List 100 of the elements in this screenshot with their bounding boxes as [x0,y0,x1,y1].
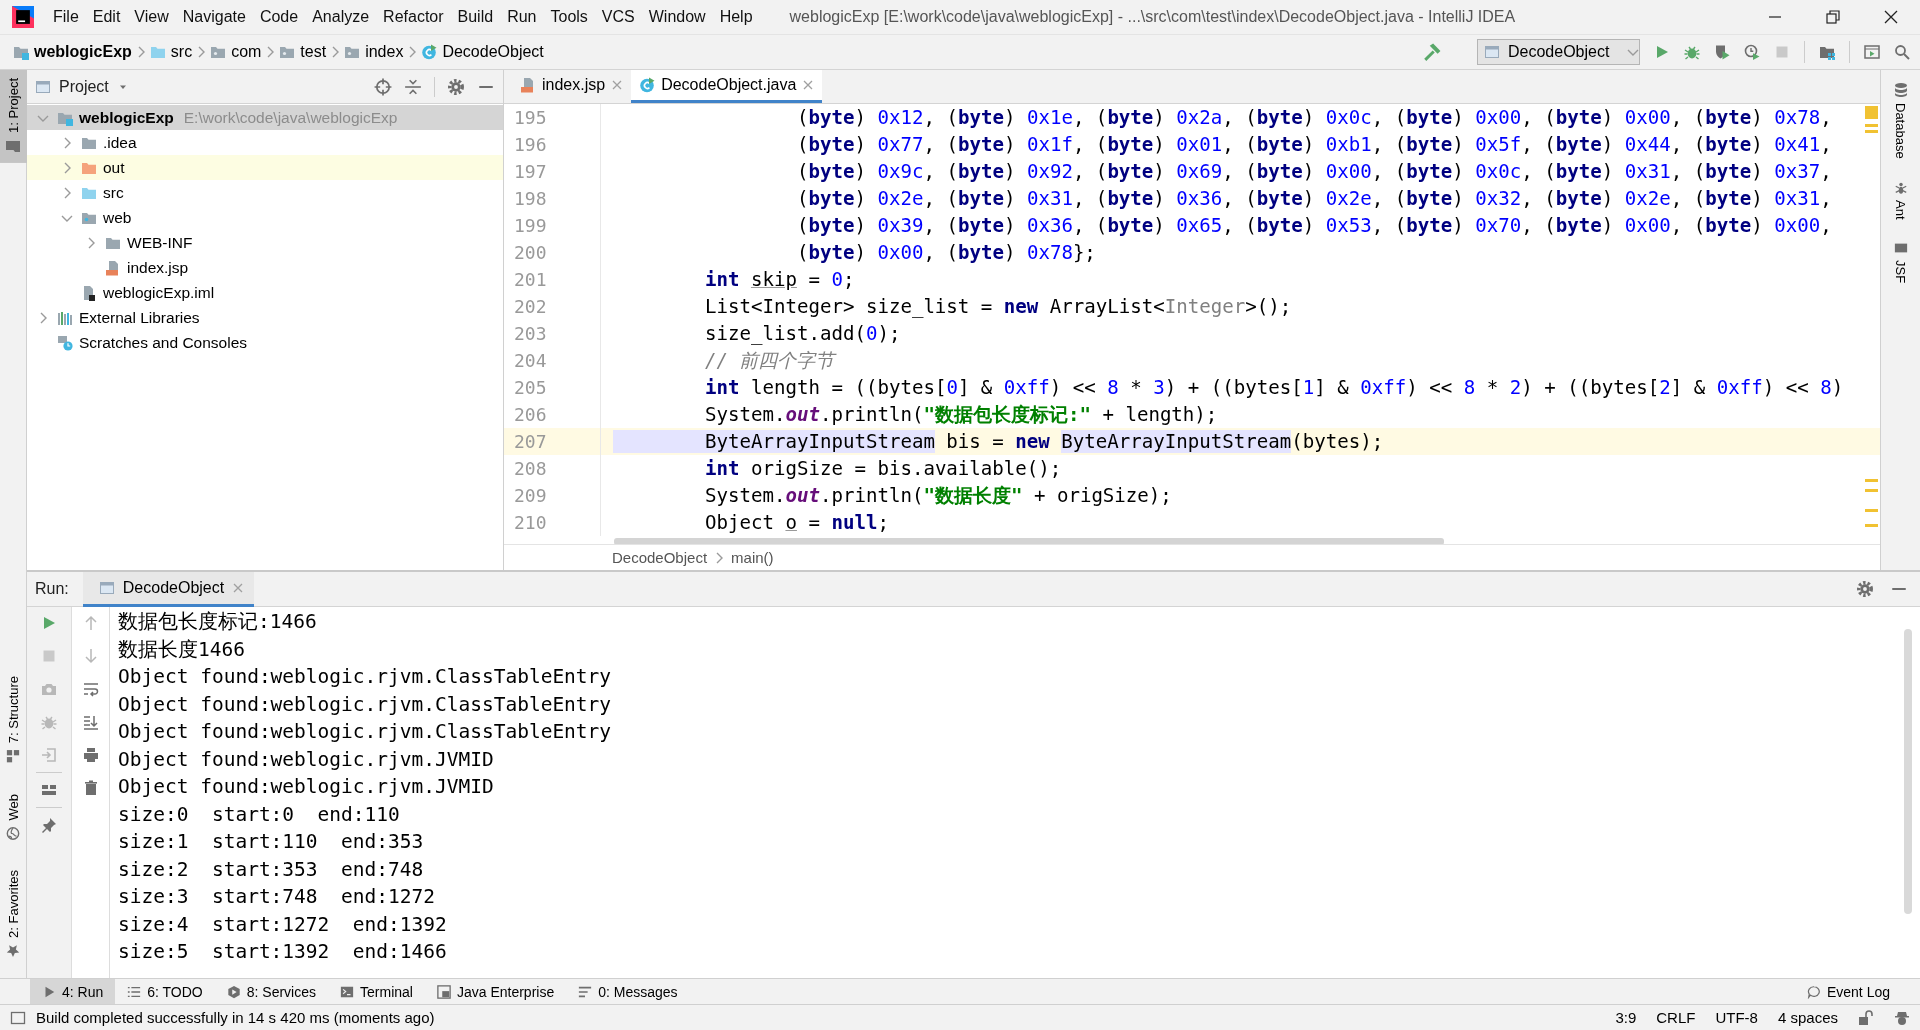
menu-item[interactable]: Navigate [175,8,253,26]
editor-tab[interactable]: index.jsp [512,70,632,103]
menu-item[interactable]: Analyze [305,8,377,26]
run-configuration-dropdown[interactable]: DecodeObject [1477,39,1640,65]
menu-item[interactable]: Edit [85,8,128,26]
menu-item[interactable]: Refactor [376,8,451,26]
settings-icon[interactable] [447,77,465,96]
tool-window-tab[interactable]: Java Enterprise [424,979,567,1004]
view-selector[interactable]: Project [35,77,129,96]
breadcrumb-item[interactable]: com [207,43,265,61]
pin-icon[interactable] [41,817,57,833]
tree-item[interactable]: out [27,155,503,180]
tool-window-tab[interactable]: Event Log [1794,979,1920,1004]
console-line: size:2 start:353 end:748 [118,856,425,883]
inspector-icon[interactable] [1894,1009,1910,1026]
code-line: // 前四个字节 [703,347,835,374]
package-folder-icon [210,44,227,60]
tree-item[interactable]: src [27,180,503,205]
tool-window-tab[interactable]: 8: Services [214,979,328,1004]
tree-item[interactable]: weblogicExp E:\work\code\java\weblogicExp [27,105,503,130]
warning-marker[interactable] [1865,524,1878,527]
warning-marker[interactable] [1865,509,1878,512]
menu-item[interactable]: Code [252,8,306,26]
tool-window-tab[interactable]: 0: Messages [566,979,690,1004]
run-window-icon[interactable] [1864,44,1880,60]
breadcrumb-item[interactable]: main() [731,549,774,566]
tool-window-button[interactable]: 2: Favorites [0,862,27,966]
line-number: 199 [504,212,601,239]
line-number: 195 [504,104,601,131]
locate-icon[interactable] [374,77,392,96]
close-icon[interactable] [232,581,245,594]
tool-window-button[interactable]: Web [0,785,27,849]
close-window-icon[interactable] [1883,9,1899,25]
warning-marker[interactable] [1865,130,1878,133]
tool-window-tab[interactable]: Terminal [328,979,425,1004]
warning-marker[interactable] [1865,479,1878,482]
trash-icon[interactable] [82,780,99,796]
status-widget[interactable]: CRLF [1656,1009,1696,1026]
run-tab[interactable]: DecodeObject [82,571,255,607]
coverage-icon[interactable] [1714,44,1730,60]
status-widget[interactable]: 3:9 [1615,1009,1637,1026]
editor-tab[interactable]: DecodeObject.java [631,70,823,103]
tool-window-button[interactable]: Ant [1893,180,1908,220]
lock-icon[interactable] [1858,1009,1874,1026]
collapse-icon[interactable] [404,77,422,96]
profiler-icon[interactable] [1744,44,1760,60]
jsp-file-icon [105,259,121,276]
tool-window-button[interactable]: 1: Project [0,70,27,163]
tree-item[interactable]: Scratches and Consoles [27,330,503,355]
scroll-to-end-icon[interactable] [82,714,99,730]
status-widget[interactable]: UTF-8 [1715,1009,1758,1026]
menu-item[interactable]: Build [450,8,501,26]
close-icon[interactable] [611,79,624,91]
breadcrumb-item[interactable]: index [341,43,407,61]
tree-item[interactable]: .idea [27,130,503,155]
line-number: 209 [504,482,601,509]
soft-wrap-icon[interactable] [82,681,99,697]
vertical-scrollbar[interactable] [1904,629,1912,914]
tree-item[interactable]: index.jsp [27,255,503,280]
code-line: (byte) 0x12, (byte) 0x1e, (byte) 0x2a, (byte) 0x0c, (byte) 0x00, (byte) 0x00, (byte) 0x78, [795,105,1832,131]
project-structure-icon[interactable] [1819,44,1835,60]
menu-item[interactable]: VCS [594,8,642,26]
breadcrumb-item[interactable]: DecodeObject [418,43,547,61]
menu-item[interactable]: View [127,8,176,26]
warning-marker[interactable] [1865,124,1878,127]
play-icon[interactable] [1654,44,1670,60]
play-icon[interactable] [41,615,57,631]
bug-icon[interactable] [1684,44,1700,60]
app-logo-icon[interactable] [12,6,34,28]
menu-item[interactable]: Run [500,8,544,26]
tool-window-button[interactable]: 7: Structure [0,668,27,772]
menu-item[interactable]: Window [641,8,713,26]
breadcrumb-item[interactable]: src [146,43,196,61]
warning-marker[interactable] [1865,489,1878,492]
print-icon[interactable] [82,747,99,763]
restore-window-icon[interactable] [1825,9,1841,25]
search-icon[interactable] [1894,44,1910,60]
code-line: int origSize = bis.available(); [703,456,1062,482]
tool-window-tab[interactable]: 4: Run [30,979,116,1004]
tool-window-button[interactable]: Database [1892,82,1909,159]
settings-icon[interactable] [1856,580,1874,598]
breadcrumb-item[interactable]: weblogicExp [10,43,135,61]
close-icon[interactable] [802,79,815,91]
menu-item[interactable]: File [46,8,86,26]
hammer-icon[interactable] [1423,43,1441,61]
layout-icon[interactable] [41,782,57,798]
breadcrumb-item[interactable]: DecodeObject [612,549,708,566]
tree-item[interactable]: WEB-INF [27,230,503,255]
breadcrumb-item[interactable]: test [276,43,330,61]
tree-item[interactable]: External Libraries [27,305,503,330]
status-widget[interactable]: 4 spaces [1777,1009,1838,1026]
tree-item[interactable]: web [27,205,503,230]
code-line: (byte) 0x39, (byte) 0x36, (byte) 0x65, (byte) 0x53, (byte) 0x70, (byte) 0x00, (byte) 0x00, [795,213,1832,239]
tree-item[interactable]: weblogicExp.iml [27,280,503,305]
horizontal-scrollbar[interactable] [614,538,1444,544]
panel-toggle-icon[interactable] [10,1009,26,1026]
menu-item[interactable]: Help [712,8,760,26]
menu-item[interactable]: Tools [543,8,595,26]
tool-window-button[interactable]: JSF [1893,241,1908,284]
tool-window-tab[interactable]: 6: TODO [115,979,215,1004]
